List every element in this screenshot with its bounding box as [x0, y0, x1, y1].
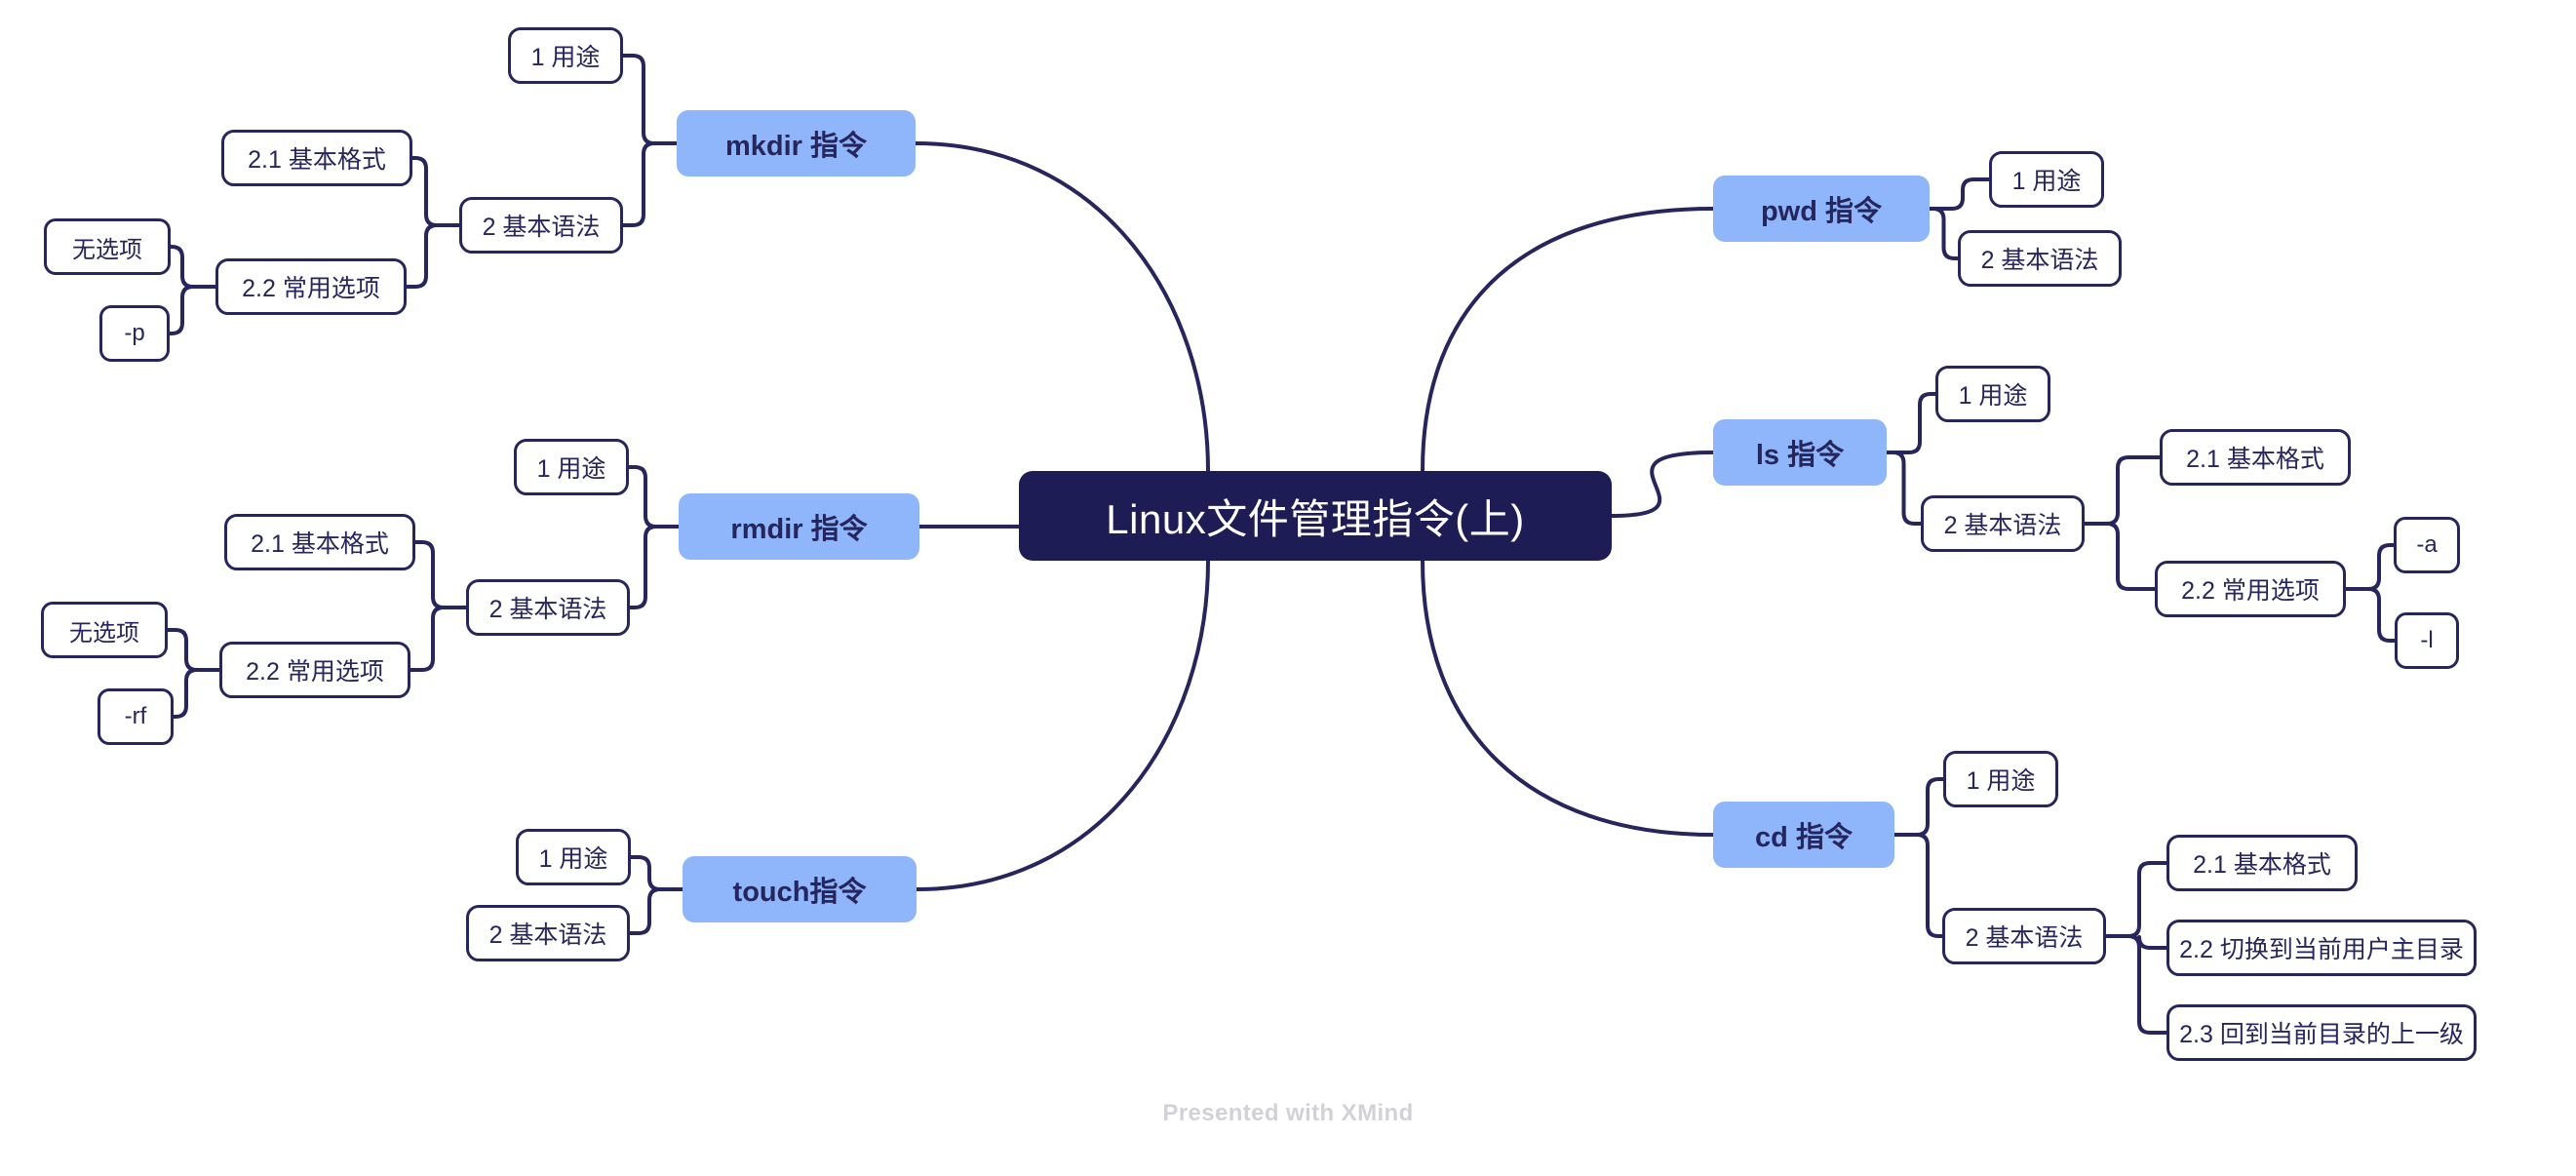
subtopic-ls-option-l[interactable]: -l: [2395, 612, 2459, 669]
subtopic-rmdir-usage[interactable]: 1 用途: [514, 439, 629, 495]
subtopic-touch-usage[interactable]: 1 用途: [516, 829, 631, 885]
root-topic[interactable]: Linux文件管理指令(上): [1019, 471, 1612, 561]
mindmap-canvas: Linux文件管理指令(上) mkdir 指令 1 用途 2 基本语法 2.1 …: [0, 0, 2576, 1176]
subtopic-mkdir-syntax[interactable]: 2 基本语法: [459, 197, 623, 254]
watermark-footer: Presented with XMind: [1162, 1100, 1414, 1126]
subtopic-cd-parent[interactable]: 2.3 回到当前目录的上一级: [2166, 1004, 2477, 1061]
subtopic-mkdir-usage[interactable]: 1 用途: [508, 27, 623, 84]
subtopic-rmdir-options[interactable]: 2.2 常用选项: [219, 642, 410, 698]
subtopic-rmdir-syntax[interactable]: 2 基本语法: [466, 579, 630, 636]
subtopic-mkdir-format[interactable]: 2.1 基本格式: [221, 130, 412, 186]
main-topic-mkdir[interactable]: mkdir 指令: [677, 110, 916, 176]
main-topic-touch[interactable]: touch指令: [683, 856, 917, 922]
subtopic-rmdir-format[interactable]: 2.1 基本格式: [224, 514, 415, 570]
subtopic-mkdir-options[interactable]: 2.2 常用选项: [215, 258, 407, 315]
subtopic-cd-usage[interactable]: 1 用途: [1943, 751, 2058, 807]
subtopic-ls-usage[interactable]: 1 用途: [1935, 366, 2050, 422]
main-topic-pwd[interactable]: pwd 指令: [1713, 176, 1930, 242]
subtopic-cd-home[interactable]: 2.2 切换到当前用户主目录: [2166, 920, 2477, 976]
subtopic-cd-syntax[interactable]: 2 基本语法: [1942, 908, 2106, 964]
main-topic-ls[interactable]: ls 指令: [1713, 419, 1887, 486]
subtopic-ls-options[interactable]: 2.2 常用选项: [2155, 561, 2346, 617]
subtopic-ls-syntax[interactable]: 2 基本语法: [1921, 495, 2085, 552]
main-topic-cd[interactable]: cd 指令: [1713, 802, 1894, 868]
subtopic-rmdir-no-option[interactable]: 无选项: [41, 602, 168, 658]
subtopic-mkdir-no-option[interactable]: 无选项: [44, 218, 171, 275]
subtopic-mkdir-option-p[interactable]: -p: [99, 305, 170, 362]
subtopic-pwd-usage[interactable]: 1 用途: [1989, 151, 2104, 208]
main-topic-rmdir[interactable]: rmdir 指令: [679, 493, 919, 560]
subtopic-pwd-syntax[interactable]: 2 基本语法: [1958, 230, 2122, 287]
subtopic-rmdir-option-rf[interactable]: -rf: [98, 688, 174, 745]
subtopic-touch-syntax[interactable]: 2 基本语法: [466, 905, 630, 961]
subtopic-cd-format[interactable]: 2.1 基本格式: [2166, 835, 2358, 891]
subtopic-ls-option-a[interactable]: -a: [2394, 517, 2460, 573]
subtopic-ls-format[interactable]: 2.1 基本格式: [2160, 429, 2351, 486]
